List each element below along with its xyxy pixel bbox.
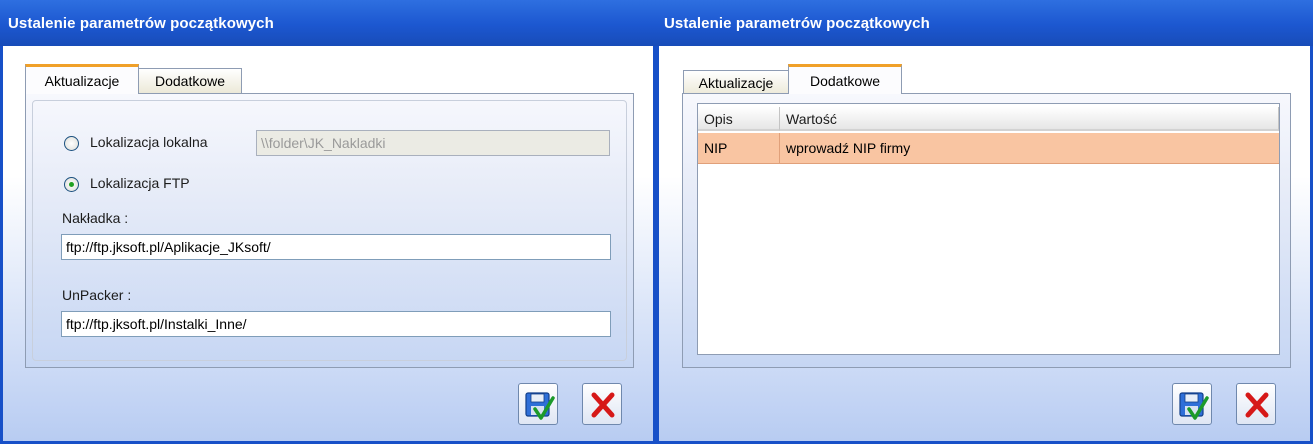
dialog-title: Ustalenie parametrów początkowych xyxy=(8,15,274,32)
title-bar[interactable]: Ustalenie parametrów początkowych xyxy=(656,0,1313,46)
dialog-title: Ustalenie parametrów początkowych xyxy=(664,15,930,32)
overlay-input[interactable]: ftp://ftp.jksoft.pl/Aplikacje_JKsoft/ xyxy=(61,234,611,260)
unpacker-input[interactable]: ftp://ftp.jksoft.pl/Instalki_Inne/ xyxy=(61,311,611,337)
save-button[interactable] xyxy=(1172,383,1212,425)
save-icon xyxy=(525,392,555,420)
local-path-input[interactable]: \\folder\JK_Nakladki xyxy=(256,130,610,156)
local-location-label: Lokalizacja lokalna xyxy=(90,134,208,150)
title-bar[interactable]: Ustalenie parametrów początkowych xyxy=(0,0,656,46)
cancel-button[interactable] xyxy=(582,383,622,425)
unpacker-label: UnPacker : xyxy=(62,287,132,303)
overlay-label: Nakładka : xyxy=(62,210,129,226)
tab-dodatkowe[interactable]: Dodatkowe xyxy=(138,68,242,93)
local-location-radio[interactable] xyxy=(64,136,79,151)
cell-opis[interactable]: NIP xyxy=(698,133,780,163)
parameters-grid: Opis Wartość NIP wprowadź NIP firmy xyxy=(697,103,1280,355)
cell-wartosc[interactable]: wprowadź NIP firmy xyxy=(780,133,1279,163)
close-icon xyxy=(1245,392,1269,418)
ftp-location-radio[interactable] xyxy=(64,177,79,192)
ftp-location-label: Lokalizacja FTP xyxy=(90,175,190,191)
save-icon xyxy=(1179,392,1209,420)
radio-selected-dot xyxy=(69,182,74,187)
close-icon xyxy=(591,392,615,418)
table-row[interactable]: NIP wprowadź NIP firmy xyxy=(698,133,1279,164)
save-button[interactable] xyxy=(518,383,558,425)
tab-dodatkowe[interactable]: Dodatkowe xyxy=(788,64,902,94)
left-dialog: Ustalenie parametrów początkowych Aktual… xyxy=(0,0,656,444)
cancel-button[interactable] xyxy=(1236,383,1276,425)
column-header-wartosc[interactable]: Wartość xyxy=(780,107,1279,131)
tab-aktualizacje[interactable]: Aktualizacje xyxy=(683,70,789,95)
tab-aktualizacje[interactable]: Aktualizacje xyxy=(25,64,139,94)
column-header-opis[interactable]: Opis xyxy=(698,107,780,131)
